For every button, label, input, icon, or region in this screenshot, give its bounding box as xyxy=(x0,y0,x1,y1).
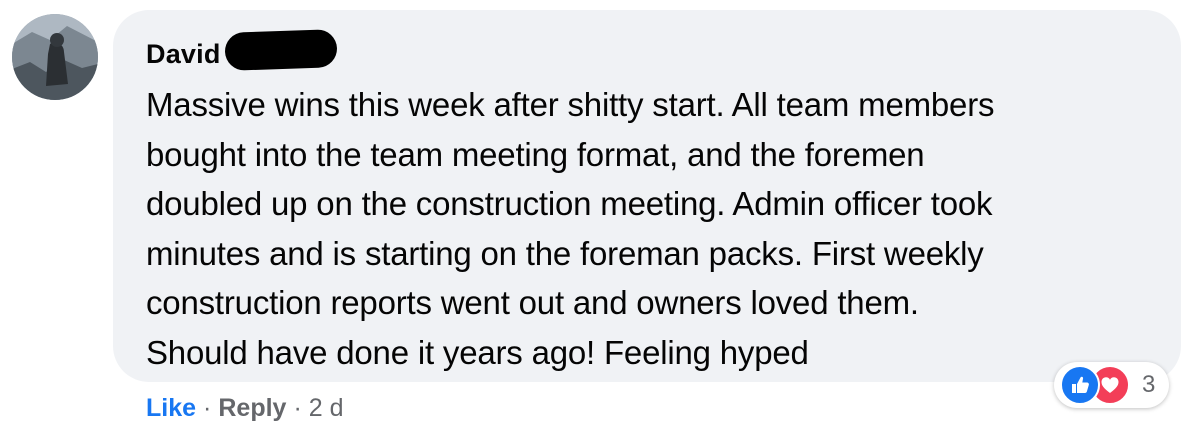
redaction-mark xyxy=(223,29,338,71)
reactions-summary[interactable]: 3 xyxy=(1054,362,1170,408)
avatar[interactable] xyxy=(12,14,98,100)
like-button[interactable]: Like xyxy=(146,394,196,423)
comment-author: David xyxy=(146,29,338,72)
like-icon xyxy=(1060,365,1100,405)
author-name[interactable]: David xyxy=(146,39,221,70)
comment-timestamp[interactable]: 2 d xyxy=(309,394,344,423)
separator-dot: · xyxy=(203,393,212,422)
reply-button[interactable]: Reply xyxy=(218,394,286,423)
reaction-count: 3 xyxy=(1142,371,1156,398)
avatar-image xyxy=(12,14,98,100)
separator-dot: · xyxy=(293,393,302,422)
comment-actions: Like · Reply · 2 d xyxy=(146,390,344,426)
comment-text: Massive wins this week after shitty star… xyxy=(146,86,995,371)
